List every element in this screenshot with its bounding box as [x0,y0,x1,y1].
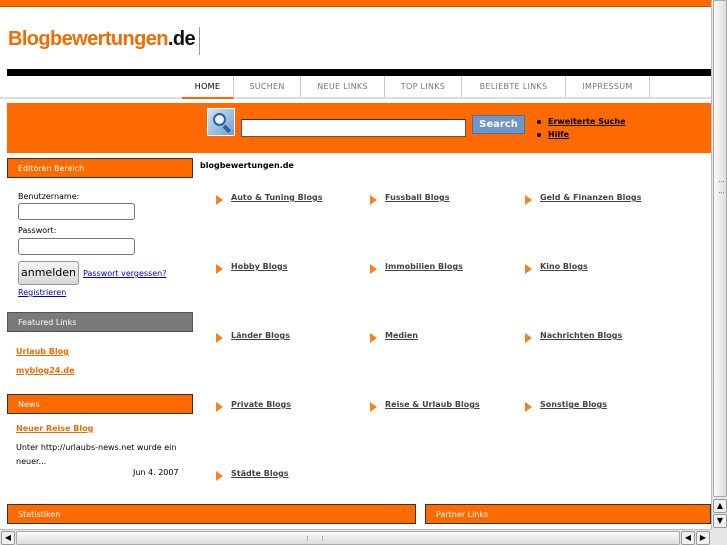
nav-beliebte-links[interactable]: BELIEBTE LINKS [462,76,566,97]
category-label[interactable]: Medien [385,331,418,340]
partner-links-header: Partner Links [425,504,711,524]
scroll-right-button[interactable]: ▶ [696,531,710,545]
forgot-password-link[interactable]: Passwort vergessen? [83,269,167,278]
category-label[interactable]: Städte Blogs [231,469,289,478]
breadcrumb: blogbewertungen.de [200,161,294,170]
featured-link[interactable]: myblog24.de [16,366,75,375]
search-magnifier-icon [207,108,235,136]
category-label[interactable]: Hobby Blogs [231,262,287,271]
arrow-right-icon [525,195,532,205]
logo-text-tld: .de [167,28,196,50]
arrow-right-icon [216,195,223,205]
password-field[interactable] [18,238,135,255]
nav-impressum[interactable]: IMPRESSUM [566,76,650,97]
main-nav: HOME SUCHEN NEUE LINKS TOP LINKS BELIEBT… [0,76,711,99]
news-date: Jun 4. 2007 [133,468,179,477]
username-field[interactable] [18,203,135,220]
scroll-left-button-2[interactable]: ◀ [681,531,695,545]
news-header: News [7,394,193,414]
category-label[interactable]: Immobilien Blogs [385,262,463,271]
nav-suchen[interactable]: SUCHEN [234,76,301,97]
search-link-item: Erweiterte Suche [537,115,626,128]
category-label[interactable]: Geld & Finanzen Blogs [540,193,641,202]
arrow-right-icon [216,471,223,481]
arrow-right-icon [370,333,377,343]
logo-divider [199,27,200,55]
featured-links-header: Featured Links [7,312,193,332]
top-accent-strip [0,0,711,7]
search-bar: Search Erweiterte Suche Hilfe [7,103,711,153]
header-black-bar [7,69,711,76]
category-label[interactable]: Nachrichten Blogs [540,331,622,340]
category-label[interactable]: Länder Blogs [231,331,290,340]
nav-neue-links[interactable]: NEUE LINKS [301,76,385,97]
arrow-right-icon [370,402,377,412]
scroll-up-button[interactable]: ▲ [713,499,727,513]
category-label[interactable]: Private Blogs [231,400,291,409]
username-label: Benutzername: [18,192,80,201]
login-button[interactable]: anmelden [18,261,79,285]
password-label: Passwort: [18,226,57,235]
horizontal-scroll-thumb[interactable] [16,531,680,545]
category-label[interactable]: Kino Blogs [540,262,588,271]
arrow-right-icon [370,195,377,205]
arrow-right-icon [216,264,223,274]
magnifier-handle [222,124,232,134]
arrow-right-icon [525,264,532,274]
arrow-right-icon [370,264,377,274]
register-link[interactable]: Registrieren [18,288,66,297]
arrow-right-icon [216,333,223,343]
vertical-scrollbar[interactable]: ▲ ▼ [711,0,727,529]
news-headline-link[interactable]: Neuer Reise Blog [16,424,93,433]
arrow-right-icon [525,333,532,343]
bullet-icon [537,132,541,137]
search-links: Erweiterte Suche Hilfe [537,115,626,141]
news-excerpt: Unter http://urlaubs-news.net wurde ein … [16,443,177,466]
search-input[interactable] [241,119,466,137]
horizontal-scrollbar[interactable]: ◀ ◀ ▶ [0,529,711,545]
logo-text-main: Blogbewertungen [8,28,168,50]
bullet-icon [537,119,541,124]
help-link[interactable]: Hilfe [548,130,569,139]
arrow-right-icon [216,402,223,412]
vertical-scroll-thumb[interactable] [713,0,727,497]
scrollbar-corner [711,529,727,545]
scroll-left-button[interactable]: ◀ [1,531,15,545]
category-label[interactable]: Reise & Urlaub Blogs [385,400,480,409]
advanced-search-link[interactable]: Erweiterte Suche [548,117,626,126]
category-label[interactable]: Fussball Blogs [385,193,450,202]
arrow-right-icon [525,402,532,412]
grip-icon [719,181,724,193]
editor-area-header: Editoren Bereich [7,158,193,178]
scroll-down-button[interactable]: ▼ [713,514,727,528]
featured-link[interactable]: Urlaub Blog [16,347,69,356]
page-viewport: Blogbewertungen.de HOME SUCHEN NEUE LINK… [0,0,711,529]
statistics-header: Statistiken [7,504,416,524]
site-logo[interactable]: Blogbewertungen.de [8,28,196,51]
nav-top-links[interactable]: TOP LINKS [385,76,462,97]
search-link-item: Hilfe [537,128,626,141]
nav-home[interactable]: HOME [182,76,234,99]
category-label[interactable]: Sonstige Blogs [540,400,607,409]
grip-icon [307,536,323,541]
search-button[interactable]: Search [472,115,525,134]
category-label[interactable]: Auto & Tuning Blogs [231,193,323,202]
